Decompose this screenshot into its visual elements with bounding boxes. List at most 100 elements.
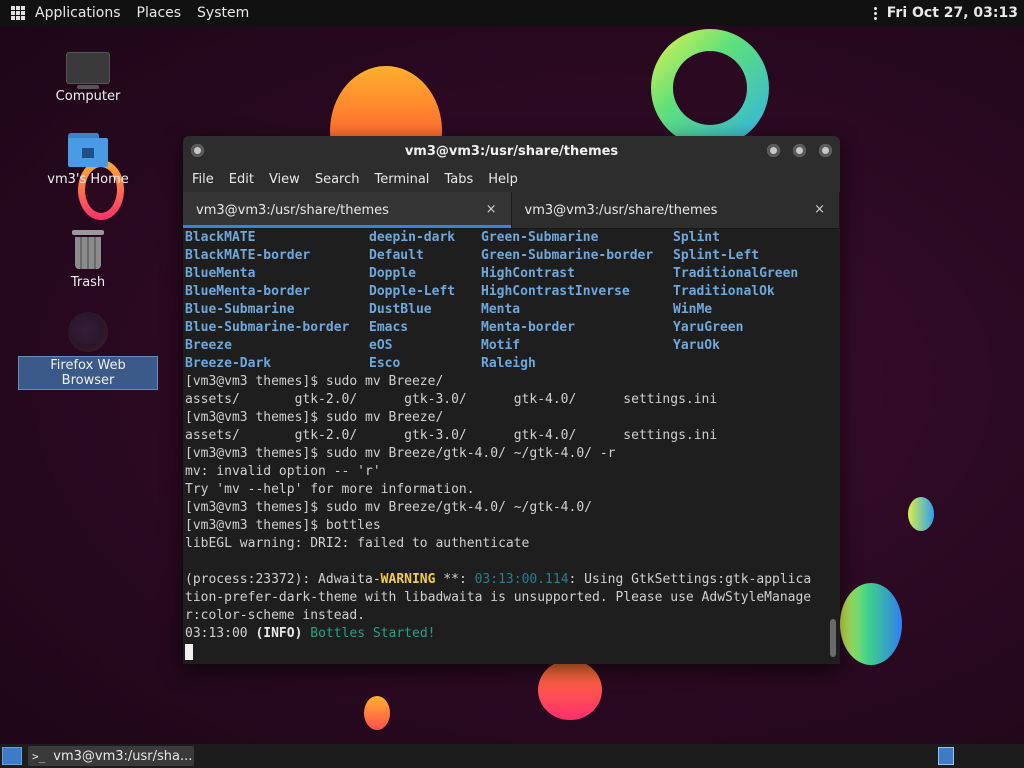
minimize-icon[interactable] [767,144,780,157]
theme-list-row: Blue-Submarine DustBlue Menta WinMe [185,301,838,319]
theme-name: YaruGreen [673,320,744,335]
theme-list-row: Breeze-Dark Esco Raleigh [185,355,838,373]
theme-name: Green-Submarine-border [481,248,654,263]
home-folder-icon [68,133,108,167]
terminal-line: [vm3@vm3 themes]$ sudo mv Breeze/ [185,374,444,389]
theme-name: BlackMATE-border [185,248,311,263]
theme-name: Raleigh [481,356,536,371]
applications-menu[interactable]: Applications [35,5,121,21]
text-cursor [185,643,193,660]
terminal-line: 03:13:00 (INFO) Bottles Started! [185,626,436,641]
theme-name: Splint-Left [673,248,760,263]
theme-name: Default [369,248,424,263]
theme-name: Esco [369,356,401,371]
desktop-icon-home[interactable]: vm3's Home [18,133,158,188]
places-menu[interactable]: Places [137,5,182,21]
tab-label: vm3@vm3:/usr/share/themes [524,202,718,218]
wallpaper-shape [908,497,934,531]
wallpaper-shape [364,696,390,730]
tab-1[interactable]: vm3@vm3:/usr/share/themes × [183,192,512,228]
theme-name: Dopple [369,266,416,281]
wallpaper-shape [538,660,602,720]
desktop-icon-label: Computer [55,89,121,104]
theme-name: eOS [369,338,393,353]
kebab-menu-icon[interactable] [873,6,877,20]
theme-list-row: BlackMATE deepin-dark Green-Submarine Splin… [185,229,838,247]
theme-name: Motif [481,338,521,353]
terminal-line: tion-prefer-dark-theme with libadwaita i… [185,590,812,605]
terminal-window: vm3@vm3:/usr/share/themes File Edit View… [183,136,840,664]
terminal-line: [vm3@vm3 themes]$ sudo mv Breeze/gtk-4.0… [185,500,592,515]
terminal-line: [vm3@vm3 themes]$ bottles [185,518,381,533]
wallpaper-ring [651,29,769,147]
theme-name: Menta-border [481,320,575,335]
tab-close-icon[interactable]: × [486,202,497,217]
tab-2[interactable]: vm3@vm3:/usr/share/themes × [512,192,840,228]
trash-icon [72,230,104,270]
theme-name: Splint [673,230,720,245]
theme-list-row: BlueMenta-border Dopple-Left HighContrastI… [185,283,838,301]
bottom-panel: >_ vm3@vm3:/usr/sha... [0,744,1024,768]
maximize-icon[interactable] [793,144,806,157]
theme-name: Blue-Submarine [185,302,295,317]
menu-edit[interactable]: Edit [229,172,254,187]
terminal-scrollbar[interactable] [830,619,836,657]
menu-tabs[interactable]: Tabs [444,172,473,187]
terminal-line: (process:23372): Adwaita-WARNING **: 03:… [185,572,812,587]
taskbar-terminal-button[interactable]: >_ vm3@vm3:/usr/sha... [28,746,194,766]
theme-name: WinMe [673,302,713,317]
desktop-icon-trash[interactable]: Trash [18,230,158,291]
theme-name: HighContrast [481,266,575,281]
menu-view[interactable]: View [269,172,300,187]
terminal-icon: >_ [32,749,46,763]
terminal-cursor-line [185,643,838,661]
theme-name: YaruOk [673,338,720,353]
theme-name: Emacs [369,320,409,335]
show-desktop-icon[interactable] [2,747,22,765]
theme-name: BlackMATE [185,230,256,245]
workspace-switcher[interactable] [938,747,954,765]
desktop-icon-label: Firefox Web Browser [18,356,158,390]
wallpaper-shape [840,583,902,665]
theme-list-row: BlueMenta Dopple HighContrast TraditionalGr… [185,265,838,283]
firefox-icon [68,312,108,352]
apps-grid-icon[interactable] [11,6,25,20]
desktop-icon-computer[interactable]: Computer [18,52,158,105]
system-menu[interactable]: System [197,5,249,21]
taskbar-label: vm3@vm3:/usr/sha... [53,748,193,764]
terminal-line: [vm3@vm3 themes]$ sudo mv Breeze/ [185,410,444,425]
menu-help[interactable]: Help [488,172,518,187]
desktop-icon-label: Trash [70,275,106,290]
theme-name: Green-Submarine [481,230,599,245]
theme-name: BlueMenta [185,266,256,281]
computer-icon [66,52,110,89]
menu-terminal[interactable]: Terminal [374,172,429,187]
terminal-output[interactable]: BlackMATE deepin-dark Green-Submarine Splin… [183,229,840,661]
desktop-icon-label: vm3's Home [47,172,129,187]
menu-search[interactable]: Search [315,172,360,187]
terminal-line: r:color-scheme instead. [185,608,366,623]
theme-name: TraditionalGreen [673,266,799,281]
close-icon[interactable] [819,144,832,157]
terminal-line: assets/ gtk-2.0/ gtk-3.0/ gtk-4.0/ setti… [185,428,718,443]
theme-name: Menta [481,302,521,317]
terminal-line: mv: invalid option -- 'r' [185,464,381,479]
terminal-line: assets/ gtk-2.0/ gtk-3.0/ gtk-4.0/ setti… [185,392,718,407]
menu-bar: File Edit View Search Terminal Tabs Help [183,166,840,192]
theme-name: Breeze [185,338,232,353]
terminal-line: [vm3@vm3 themes]$ sudo mv Breeze/gtk-4.0… [185,446,616,461]
theme-name: Blue-Submarine-border [185,320,350,335]
theme-list-row: Breeze eOS Motif YaruOk [185,337,838,355]
clock[interactable]: Fri Oct 27, 03:13 [887,5,1018,21]
tab-close-icon[interactable]: × [814,202,825,217]
desktop-icon-firefox[interactable]: Firefox Web Browser [18,312,158,390]
window-titlebar[interactable]: vm3@vm3:/usr/share/themes [183,136,840,166]
window-menu-icon[interactable] [191,144,204,157]
theme-name: Breeze-Dark [185,356,272,371]
theme-name: deepin-dark [369,230,456,245]
theme-name: BlueMenta-border [185,284,311,299]
menu-file[interactable]: File [192,172,214,187]
tab-label: vm3@vm3:/usr/share/themes [196,202,389,218]
top-panel: Applications Places System Fri Oct 27, 0… [0,0,1024,26]
